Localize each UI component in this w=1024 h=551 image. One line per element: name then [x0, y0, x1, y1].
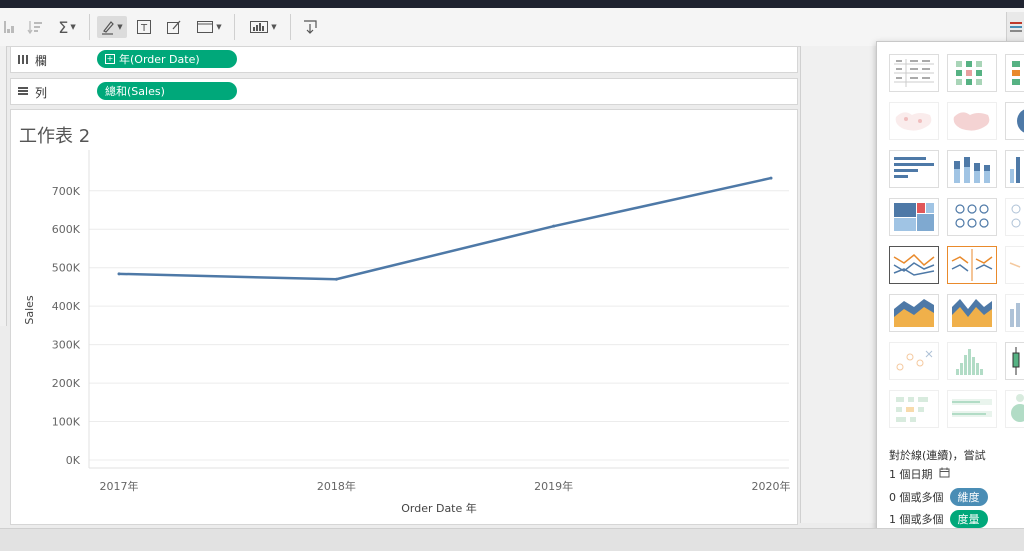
data-point[interactable]	[552, 224, 556, 228]
show-me-icon[interactable]: ▼	[246, 16, 280, 38]
rows-icon	[17, 85, 29, 100]
data-point[interactable]	[769, 176, 773, 180]
y-tick-label: 200K	[52, 377, 81, 390]
box-whisker-chart-option[interactable]	[1005, 342, 1024, 380]
show-me-panel: 對於線(連續)，嘗試 1 個日期 0 個或多個 維度 1 個或多個 度量	[876, 41, 1024, 547]
expand-plus-icon[interactable]: +	[105, 54, 115, 64]
annotate-icon[interactable]	[164, 16, 184, 38]
area-continuous-chart-option[interactable]	[889, 294, 939, 332]
order-date-year-pill-label: 年(Order Date)	[119, 53, 200, 66]
show-me-requirement-measure: 1 個或多個	[889, 513, 944, 526]
scatter-plot-chart-option	[889, 342, 939, 380]
x-tick-label: 2017年	[100, 479, 139, 493]
data-point[interactable]	[334, 277, 338, 281]
y-tick-label: 500K	[52, 262, 81, 275]
y-axis-label: Sales	[23, 295, 36, 325]
fit-view-icon[interactable]: ▼	[194, 16, 224, 38]
line-chart[interactable]: 0K 100K 200K 300K 400K 500K 600K 700K 2017年 2018年…	[11, 110, 797, 524]
gantt-chart-option	[889, 390, 939, 428]
lines-discrete-chart-option[interactable]	[889, 246, 939, 284]
window-top-bar	[0, 0, 1024, 8]
show-me-requirement-dimension: 0 個或多個	[889, 491, 944, 504]
series-line[interactable]	[118, 176, 772, 281]
right-panel	[800, 46, 877, 523]
lines-continuous-chart-option[interactable]	[947, 246, 997, 284]
x-axis-label: Order Date 年	[401, 501, 477, 515]
text-table-chart-option[interactable]	[889, 54, 939, 92]
pie-chart-option[interactable]	[1005, 102, 1024, 140]
order-date-year-pill[interactable]: + 年(Order Date)	[97, 50, 237, 68]
y-tick-label: 700K	[52, 185, 81, 198]
filled-map-chart-option	[947, 102, 997, 140]
panel-toggle-icon[interactable]	[1006, 12, 1024, 42]
dual-combination-chart-option	[1005, 294, 1024, 332]
x-tick-label: 2018年	[317, 479, 356, 493]
rows-shelf-label: 列	[35, 86, 48, 100]
show-me-requirement-date: 1 個日期	[889, 468, 933, 481]
show-me-hint-title: 對於線(連續)，嘗試	[889, 449, 986, 462]
svg-text:T: T	[140, 23, 148, 34]
treemap-chart-option[interactable]	[889, 198, 939, 236]
circle-views-chart-option[interactable]	[947, 198, 997, 236]
side-by-side-bars-chart-option[interactable]	[1005, 150, 1024, 188]
sort-ascending-icon[interactable]	[2, 16, 18, 38]
x-tick-label: 2020年	[752, 479, 791, 493]
bullet-graph-chart-option	[947, 390, 997, 428]
histogram-chart-option	[947, 342, 997, 380]
y-tick-label: 300K	[52, 339, 81, 352]
left-panel-edge	[0, 46, 7, 326]
dimension-tag: 維度	[949, 488, 988, 506]
columns-shelf-label: 欄	[35, 54, 48, 68]
y-tick-label: 400K	[52, 300, 81, 313]
highlight-table-chart-option[interactable]	[947, 54, 997, 92]
sort-descending-icon[interactable]	[26, 16, 44, 38]
text-label-icon[interactable]: T	[134, 16, 154, 38]
symbol-map-chart-option	[889, 102, 939, 140]
toolbar: Σ ▼ ▼ T ▼ ▼	[0, 8, 1024, 47]
columns-icon	[17, 53, 29, 68]
dual-lines-chart-option	[1005, 246, 1024, 284]
horizontal-bars-chart-option[interactable]	[889, 150, 939, 188]
highlight-pen-icon[interactable]: ▼	[97, 16, 127, 38]
calendar-icon	[939, 467, 950, 481]
heat-map-chart-option[interactable]	[1005, 54, 1024, 92]
columns-shelf[interactable]: 欄 + 年(Order Date)	[10, 46, 798, 73]
packed-bubbles-chart-option	[1005, 390, 1024, 428]
sum-sales-pill-label: 總和(Sales)	[105, 85, 165, 98]
y-tick-label: 100K	[52, 416, 81, 429]
sum-icon[interactable]: Σ ▼	[54, 16, 80, 38]
status-bar	[0, 528, 1024, 551]
stacked-bars-chart-option[interactable]	[947, 150, 997, 188]
rows-shelf[interactable]: 列 總和(Sales)	[10, 78, 798, 105]
x-tick-label: 2019年	[534, 479, 573, 493]
side-by-side-circles-chart-option	[1005, 198, 1024, 236]
y-tick-label: 0K	[66, 454, 81, 467]
worksheet: 工作表 2 0K 100K 200K 300K 400K 500K 600K 700K 2017…	[10, 109, 798, 525]
y-tick-label: 600K	[52, 223, 81, 236]
download-icon[interactable]	[300, 16, 320, 38]
area-discrete-chart-option[interactable]	[947, 294, 997, 332]
measure-tag: 度量	[949, 510, 988, 528]
sum-sales-pill[interactable]: 總和(Sales)	[97, 82, 237, 100]
data-point[interactable]	[117, 272, 121, 276]
